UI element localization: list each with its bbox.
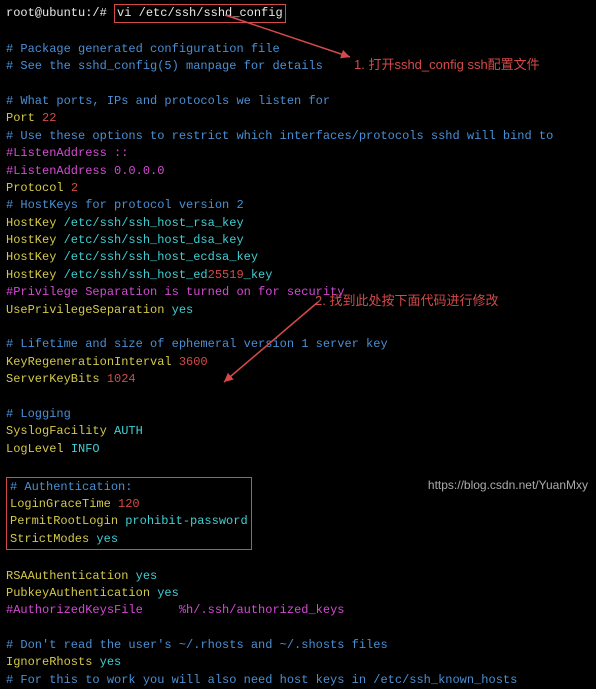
annotation-2: 2. 找到此处按下面代码进行修改 (315, 292, 498, 311)
config-line: LoginGraceTime 120 (10, 496, 248, 513)
config-line: SyslogFacility AUTH (6, 423, 590, 440)
config-line: PermitRootLogin prohibit-password (10, 513, 248, 530)
comment: # HostKeys for protocol version 2 (6, 197, 590, 214)
comment: # Authentication: (10, 479, 248, 496)
comment: # Lifetime and size of ephemeral version… (6, 336, 590, 353)
comment: # Logging (6, 406, 590, 423)
comment: # What ports, IPs and protocols we liste… (6, 93, 590, 110)
config-line: IgnoreRhosts yes (6, 654, 590, 671)
comment: # Don't read the user's ~/.rhosts and ~/… (6, 637, 590, 654)
comment: #ListenAddress :: (6, 145, 590, 162)
comment: # Use these options to restrict which in… (6, 128, 590, 145)
config-line: HostKey /etc/ssh/ssh_host_dsa_key (6, 232, 590, 249)
config-line: HostKey /etc/ssh/ssh_host_ed25519_key (6, 267, 590, 284)
auth-highlight-box: # Authentication: LoginGraceTime 120 Per… (6, 477, 252, 551)
comment: # For this to work you will also need ho… (6, 672, 590, 689)
config-line: HostKey /etc/ssh/ssh_host_ecdsa_key (6, 249, 590, 266)
config-line: UsePrivilegeSeparation yes (6, 302, 590, 319)
terminal-output: root@ubuntu:/# vi /etc/ssh/sshd_config #… (6, 4, 590, 689)
prompt-line: root@ubuntu:/# vi /etc/ssh/sshd_config (6, 4, 590, 23)
config-line: KeyRegenerationInterval 3600 (6, 354, 590, 371)
config-line: StrictModes yes (10, 531, 248, 548)
config-line: LogLevel INFO (6, 441, 590, 458)
config-line: RSAAuthentication yes (6, 568, 590, 585)
comment: #ListenAddress 0.0.0.0 (6, 163, 590, 180)
config-line: PubkeyAuthentication yes (6, 585, 590, 602)
shell-prompt: root@ubuntu:/# (6, 6, 114, 20)
config-line: HostKey /etc/ssh/ssh_host_rsa_key (6, 215, 590, 232)
config-line: #AuthorizedKeysFile %h/.ssh/authorized_k… (6, 602, 590, 619)
watermark: https://blog.csdn.net/YuanMxy (428, 477, 588, 494)
command-highlight-box: vi /etc/ssh/sshd_config (114, 4, 286, 23)
config-line: Port 22 (6, 110, 590, 127)
annotation-1: 1. 打开sshd_config ssh配置文件 (354, 56, 540, 75)
config-line: ServerKeyBits 1024 (6, 371, 590, 388)
config-line: Protocol 2 (6, 180, 590, 197)
vi-command: vi /etc/ssh/sshd_config (117, 6, 283, 20)
comment: #Privilege Separation is turned on for s… (6, 284, 590, 301)
